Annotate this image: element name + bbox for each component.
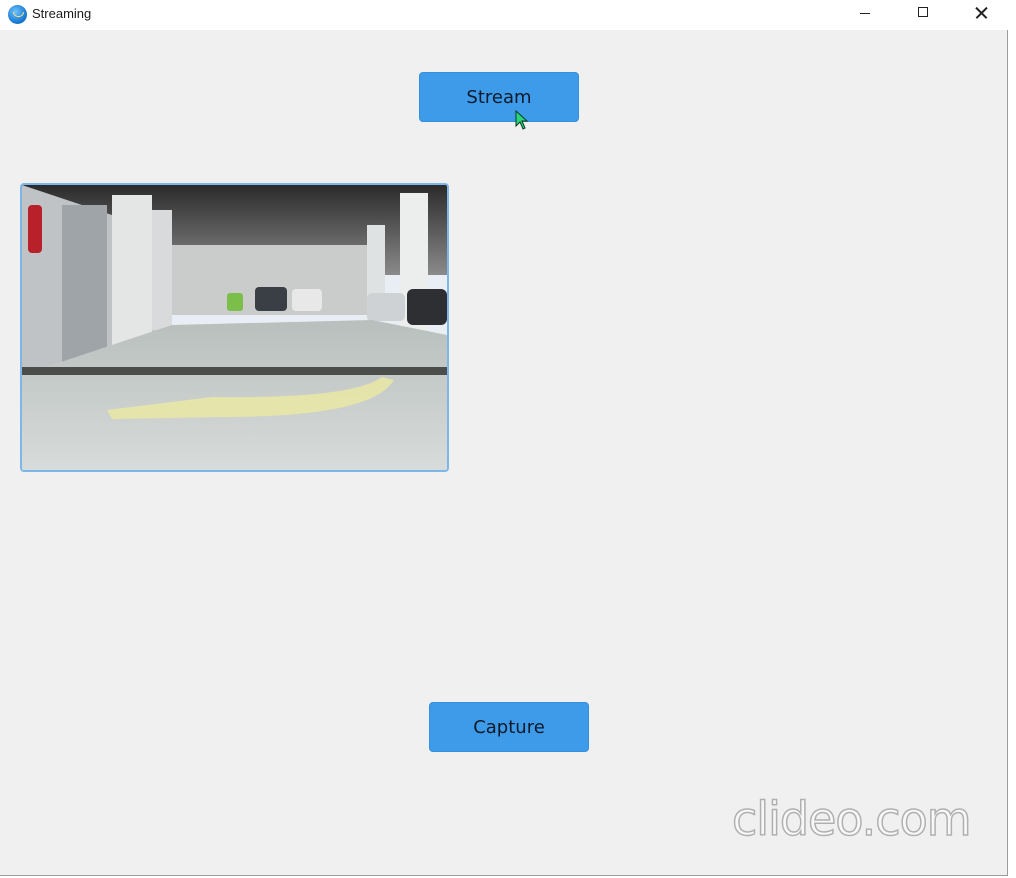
app-globe-icon bbox=[8, 5, 27, 24]
parking-garage-image bbox=[22, 185, 447, 470]
title-bar[interactable]: Streaming bbox=[0, 0, 1008, 30]
mouse-cursor-icon bbox=[515, 110, 529, 130]
minimize-icon[interactable] bbox=[842, 0, 888, 30]
watermark: clideo.com bbox=[731, 791, 972, 847]
maximize-icon[interactable] bbox=[900, 0, 946, 30]
window-title: Streaming bbox=[32, 6, 92, 21]
app-window: Streaming Stream Capture clideo.com bbox=[0, 0, 1008, 876]
video-preview bbox=[20, 183, 449, 472]
stream-button[interactable]: Stream bbox=[419, 72, 579, 122]
capture-button[interactable]: Capture bbox=[429, 702, 589, 752]
close-icon[interactable] bbox=[958, 0, 1004, 30]
